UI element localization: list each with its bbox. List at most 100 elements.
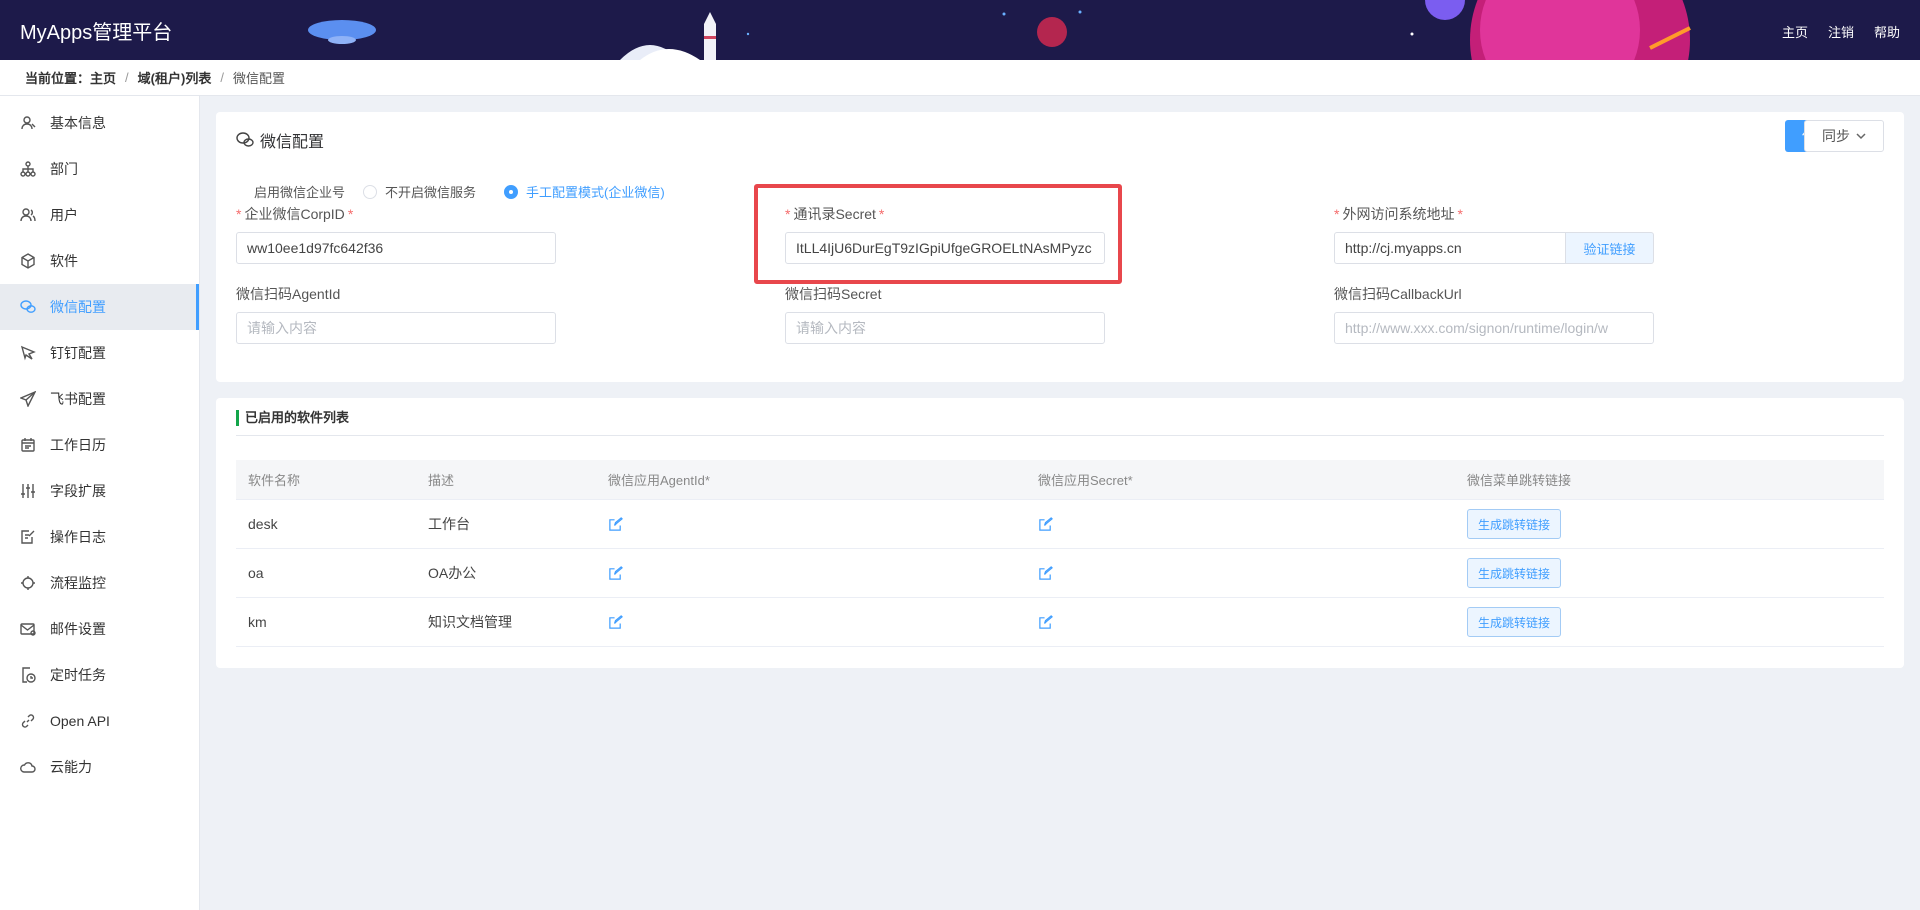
- sidebar-item-process-monitor[interactable]: 流程监控: [0, 560, 199, 606]
- required-mark: *: [347, 206, 354, 222]
- table-row: desk 工作台 生成跳转链接: [236, 500, 1884, 549]
- app-desc-cell: 工作台: [428, 516, 470, 532]
- edit-icon[interactable]: [608, 614, 623, 630]
- sidebar-item-label: 钉钉配置: [50, 345, 106, 361]
- enable-wechat-label: 启用微信企业号: [254, 185, 346, 200]
- edit-icon[interactable]: [1038, 565, 1053, 581]
- sidebar-menu: 基本信息 部门 用户 软件 微信配置 钉钉配置 飞书配置 工作日历 字段扩展 操…: [0, 96, 199, 790]
- breadcrumb-lead: 当前位置：: [25, 71, 91, 86]
- agent-id-cell: [596, 516, 1026, 532]
- app-name-cell: km: [248, 614, 267, 630]
- radio-disable-wechat[interactable]: 不开启微信服务: [363, 182, 476, 201]
- sliders-icon: [21, 484, 35, 498]
- sidebar-item-label: 部门: [50, 161, 78, 177]
- sidebar-item-feishu-config[interactable]: 飞书配置: [0, 376, 199, 422]
- corp-id-label-text: 企业微信CorpID: [244, 206, 345, 222]
- app-name-cell: desk: [248, 516, 278, 532]
- scan-secret-input[interactable]: [785, 312, 1105, 344]
- table-row: oa OA办公 生成跳转链接: [236, 549, 1884, 598]
- sidebar-item-wechat-config[interactable]: 微信配置: [0, 284, 199, 330]
- sidebar-item-software[interactable]: 软件: [0, 238, 199, 284]
- edit-icon[interactable]: [608, 516, 623, 532]
- cube-icon: [21, 253, 35, 269]
- corp-id-label: * 企业微信CorpID *: [233, 204, 356, 224]
- sidebar-item-work-calendar[interactable]: 工作日历: [0, 422, 199, 468]
- sidebar-item-label: 操作日志: [50, 529, 106, 545]
- column-header: 微信菜单跳转链接: [1467, 473, 1572, 488]
- top-header: MyApps管理平台 主页 注销 帮助: [0, 0, 1920, 60]
- sidebar-item-label: 定时任务: [50, 667, 106, 683]
- jump-link-cell: 生成跳转链接: [1455, 509, 1884, 539]
- nav-logout-link[interactable]: 注销: [1828, 22, 1854, 41]
- breadcrumb-home[interactable]: 主页: [90, 68, 116, 87]
- timer-task-icon: [22, 667, 36, 683]
- radio-disable-wechat-label: 不开启微信服务: [385, 185, 477, 200]
- app-desc-cell: OA办公: [428, 565, 477, 581]
- breadcrumb-separator: /: [220, 70, 224, 85]
- generate-link-button[interactable]: 生成跳转链接: [1467, 509, 1562, 539]
- scan-agent-id-input[interactable]: [236, 312, 556, 344]
- apps-table: 软件名称 描述 微信应用AgentId* 微信应用Secret* 微信菜单跳转链…: [236, 460, 1884, 647]
- callback-url-input[interactable]: [1334, 312, 1654, 344]
- divider: [236, 435, 1884, 436]
- scan-secret-label: 微信扫码Secret: [785, 286, 882, 302]
- sidebar-item-label: 云能力: [50, 759, 92, 775]
- org-tree-icon: [20, 161, 36, 177]
- breadcrumb-domain-list[interactable]: 域(租户)列表: [138, 68, 212, 87]
- sidebar-item-department[interactable]: 部门: [0, 146, 199, 192]
- paper-plane-icon: [20, 391, 36, 407]
- generate-link-button[interactable]: 生成跳转链接: [1467, 558, 1562, 588]
- log-icon: [21, 530, 35, 544]
- sidebar-item-basic-info[interactable]: 基本信息: [0, 100, 199, 146]
- generate-link-button[interactable]: 生成跳转链接: [1467, 607, 1562, 637]
- scan-agent-id-label: 微信扫码AgentId: [236, 286, 341, 302]
- agent-id-cell: [596, 565, 1026, 581]
- sidebar-item-mail-settings[interactable]: 邮件设置: [0, 606, 199, 652]
- app-name-cell: oa: [248, 565, 264, 581]
- edit-icon[interactable]: [1038, 614, 1053, 630]
- monitor-icon: [21, 576, 35, 590]
- corp-id-input[interactable]: [236, 232, 556, 264]
- column-header: 微信应用Secret*: [1038, 473, 1133, 488]
- user-info-icon: [21, 116, 36, 130]
- sidebar-item-operation-log[interactable]: 操作日志: [0, 514, 199, 560]
- enabled-apps-card: 已启用的软件列表 软件名称 描述 微信应用AgentId* 微信应用Secret…: [216, 398, 1904, 668]
- edit-icon[interactable]: [608, 565, 623, 581]
- secret-cell: [1026, 565, 1455, 581]
- sidebar-item-field-extension[interactable]: 字段扩展: [0, 468, 199, 514]
- sidebar-item-open-api[interactable]: Open API: [0, 698, 199, 744]
- sidebar-item-label: Open API: [50, 713, 110, 729]
- sync-dropdown-button[interactable]: 同步: [1804, 120, 1884, 152]
- table-row: km 知识文档管理 生成跳转链接: [236, 598, 1884, 647]
- agent-id-cell: [596, 614, 1026, 630]
- radio-circle[interactable]: [363, 184, 378, 199]
- card-header: 微信配置: [236, 128, 324, 152]
- radio-manual-config-label: 手工配置模式(企业微信): [526, 185, 665, 200]
- sidebar-item-label: 字段扩展: [50, 483, 106, 499]
- sidebar-item-scheduled-tasks[interactable]: 定时任务: [0, 652, 199, 698]
- external-url-input[interactable]: [1334, 232, 1566, 264]
- sidebar-item-dingtalk-config[interactable]: 钉钉配置: [0, 330, 199, 376]
- wechat-icon: [20, 300, 36, 313]
- radio-manual-config[interactable]: 手工配置模式(企业微信): [504, 182, 665, 201]
- highlight-box: [754, 184, 1122, 284]
- sidebar-item-cloud-capability[interactable]: 云能力: [0, 744, 199, 790]
- sidebar-item-label: 基本信息: [50, 115, 106, 131]
- nav-help-link[interactable]: 帮助: [1874, 22, 1900, 41]
- radio-circle[interactable]: [504, 184, 519, 199]
- sidebar-item-users[interactable]: 用户: [0, 192, 199, 238]
- app-brand: MyApps管理平台: [20, 22, 173, 44]
- sidebar: 基本信息 部门 用户 软件 微信配置 钉钉配置 飞书配置 工作日历 字段扩展 操…: [0, 96, 200, 910]
- sidebar-item-label: 邮件设置: [50, 621, 106, 637]
- sidebar-item-label: 微信配置: [50, 299, 106, 315]
- nav-home-link[interactable]: 主页: [1782, 22, 1808, 41]
- jump-link-cell: 生成跳转链接: [1455, 607, 1884, 637]
- column-header: 微信应用AgentId*: [608, 473, 710, 488]
- required-mark: *: [236, 206, 242, 222]
- users-icon: [20, 208, 36, 222]
- verify-link-button[interactable]: 验证链接: [1566, 232, 1654, 264]
- edit-icon[interactable]: [1038, 516, 1053, 532]
- wechat-config-card: 微信配置 保存 同步 启用微信企业号 不开启微信服务 手工配置模式(企业微信) …: [216, 112, 1904, 382]
- enable-wechat-radio-group: 启用微信企业号 不开启微信服务 手工配置模式(企业微信): [254, 182, 693, 201]
- sidebar-item-label: 飞书配置: [50, 391, 106, 407]
